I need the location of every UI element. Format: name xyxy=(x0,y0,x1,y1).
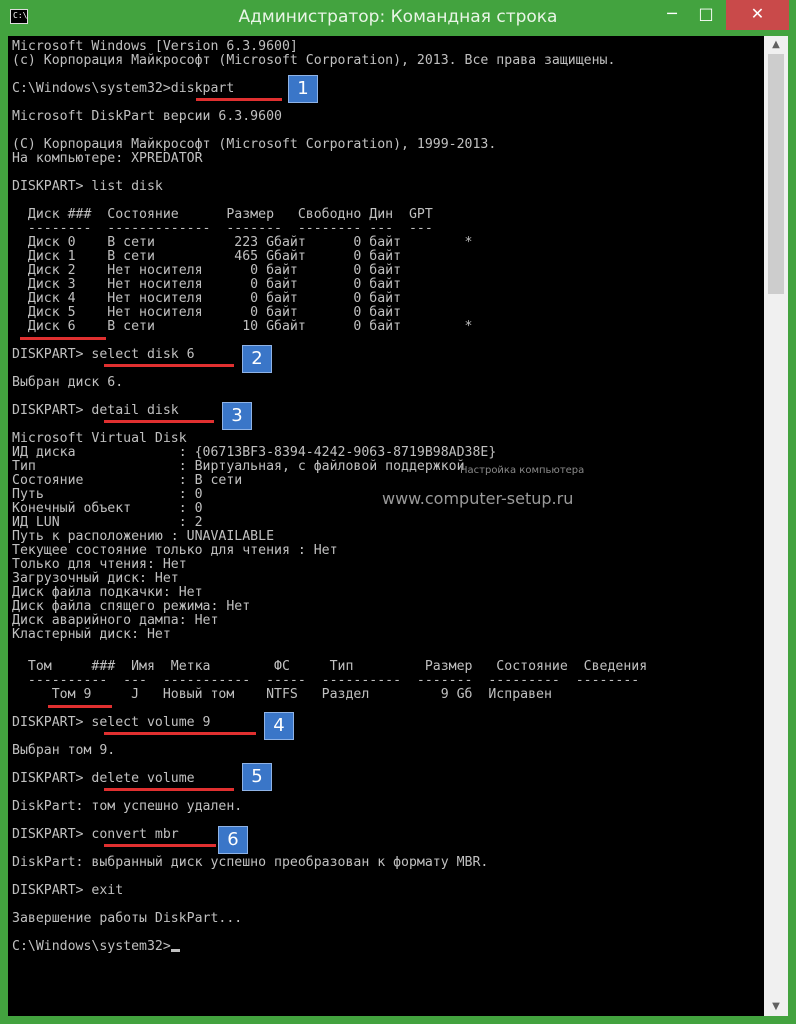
underline-annotation xyxy=(104,844,216,847)
detail-line: Диск файла спящего режима: Нет xyxy=(12,599,251,614)
console-line: DiskPart: том успешно удален. xyxy=(12,799,243,814)
disk-row: Диск 4 Нет носителя 0 байт 0 байт xyxy=(12,291,402,306)
console-line: (C) Корпорация Майкрософт (Microsoft Cor… xyxy=(12,137,497,152)
console-command: DISKPART> select disk 6 xyxy=(12,347,195,362)
console-command: DISKPART> delete volume xyxy=(12,771,195,786)
console-command: DISKPART> select volume 9 xyxy=(12,715,211,730)
scroll-down-arrow-icon[interactable]: ▼ xyxy=(764,998,788,1016)
disk-row: Диск 5 Нет носителя 0 байт 0 байт xyxy=(12,305,402,320)
console-command: DISKPART> exit xyxy=(12,883,124,898)
close-button[interactable]: ✕ xyxy=(726,0,789,30)
detail-line: Конечный объект : 0 xyxy=(12,501,203,516)
detail-line: Путь : 0 xyxy=(12,487,203,502)
console-command: DISKPART> convert mbr xyxy=(12,827,179,842)
detail-line: ИД диска : {06713BF3-8394-4242-9063-8719… xyxy=(12,445,497,460)
detail-line: Текущее состояние только для чтения : Не… xyxy=(12,543,338,558)
scroll-up-arrow-icon[interactable]: ▲ xyxy=(764,36,788,54)
disk-row: Диск 3 Нет носителя 0 байт 0 байт xyxy=(12,277,402,292)
text-cursor xyxy=(170,949,180,952)
volume-table-header: Том ### Имя Метка ФС Тип Размер Состояни… xyxy=(12,659,648,674)
underline-annotation xyxy=(48,705,112,708)
console-command: DISKPART> list disk xyxy=(12,179,163,194)
console-command: DISKPART> detail disk xyxy=(12,403,179,418)
underline-annotation xyxy=(104,420,214,423)
minimize-button[interactable]: ─ xyxy=(655,0,689,30)
disk-row: Диск 2 Нет носителя 0 байт 0 байт xyxy=(12,263,402,278)
step-badge-5: 5 xyxy=(242,763,272,791)
console-line: Microsoft Windows [Version 6.3.9600] xyxy=(12,39,298,54)
prompt-text: C:\Windows\system32> xyxy=(12,939,171,954)
watermark-url: www.computer-setup.ru xyxy=(382,489,574,508)
detail-line: Состояние : В сети xyxy=(12,473,243,488)
maximize-button[interactable]: □ xyxy=(689,0,723,30)
command-prompt-window: C:\ Администратор: Командная строка ─ □ … xyxy=(0,0,796,1024)
console-line: Выбран диск 6. xyxy=(12,375,124,390)
detail-line: Только для чтения: Нет xyxy=(12,557,187,572)
step-badge-4: 4 xyxy=(264,712,294,740)
detail-line: Microsoft Virtual Disk xyxy=(12,431,187,446)
watermark-small: Настройка компьютера xyxy=(460,465,585,476)
underline-annotation xyxy=(196,98,282,101)
underline-annotation xyxy=(104,364,234,367)
disk-row: Диск 0 В сети 223 Gбайт 0 байт * xyxy=(12,235,473,250)
detail-line: ИД LUN : 2 xyxy=(12,515,203,530)
detail-line: Диск файла подкачки: Нет xyxy=(12,585,203,600)
underline-annotation xyxy=(104,732,256,735)
title-bar[interactable]: C:\ Администратор: Командная строка ─ □ … xyxy=(0,0,796,36)
console-line: Microsoft DiskPart версии 6.3.9600 xyxy=(12,109,282,124)
console-line: Завершение работы DiskPart... xyxy=(12,911,243,926)
underline-annotation xyxy=(20,337,106,340)
console-command: C:\Windows\system32>diskpart xyxy=(12,81,235,96)
underline-annotation xyxy=(104,788,234,791)
disk-row: Диск 6 В сети 10 Gбайт 0 байт * xyxy=(12,319,473,334)
step-badge-2: 2 xyxy=(242,345,272,373)
volume-table-separator: ---------- --- ----------- ----- -------… xyxy=(12,673,640,688)
detail-line: Путь к расположению : UNAVAILABLE xyxy=(12,529,275,544)
detail-line: Кластерный диск: Нет xyxy=(12,627,171,642)
console-prompt[interactable]: C:\Windows\system32> xyxy=(12,940,180,954)
volume-row: Том 9 J Новый том NTFS Раздел 9 Gб Испра… xyxy=(12,687,552,702)
disk-row: Диск 1 В сети 465 Gбайт 0 байт xyxy=(12,249,402,264)
console-output[interactable]: Microsoft Windows [Version 6.3.9600] (c)… xyxy=(8,36,764,1016)
vertical-scrollbar[interactable]: ▲ ▼ xyxy=(764,36,788,1016)
disk-table-header: Диск ### Состояние Размер Свободно Дин G… xyxy=(12,207,433,222)
disk-table-separator: -------- ------------- ------- -------- … xyxy=(12,221,433,236)
detail-line: Загрузочный диск: Нет xyxy=(12,571,179,586)
detail-line: Тип : Виртуальная, с файловой поддержкой xyxy=(12,459,465,474)
console-line: DiskPart: выбранный диск успешно преобра… xyxy=(12,855,489,870)
detail-line: Диск аварийного дампа: Нет xyxy=(12,613,219,628)
console-line: На компьютере: XPREDATOR xyxy=(12,151,203,166)
step-badge-6: 6 xyxy=(218,826,248,854)
step-badge-3: 3 xyxy=(222,402,252,430)
console-line: (c) Корпорация Майкрософт (Microsoft Cor… xyxy=(12,53,616,68)
step-badge-1: 1 xyxy=(288,75,318,103)
scrollbar-thumb[interactable] xyxy=(768,54,784,294)
console-line: Выбран том 9. xyxy=(12,743,116,758)
